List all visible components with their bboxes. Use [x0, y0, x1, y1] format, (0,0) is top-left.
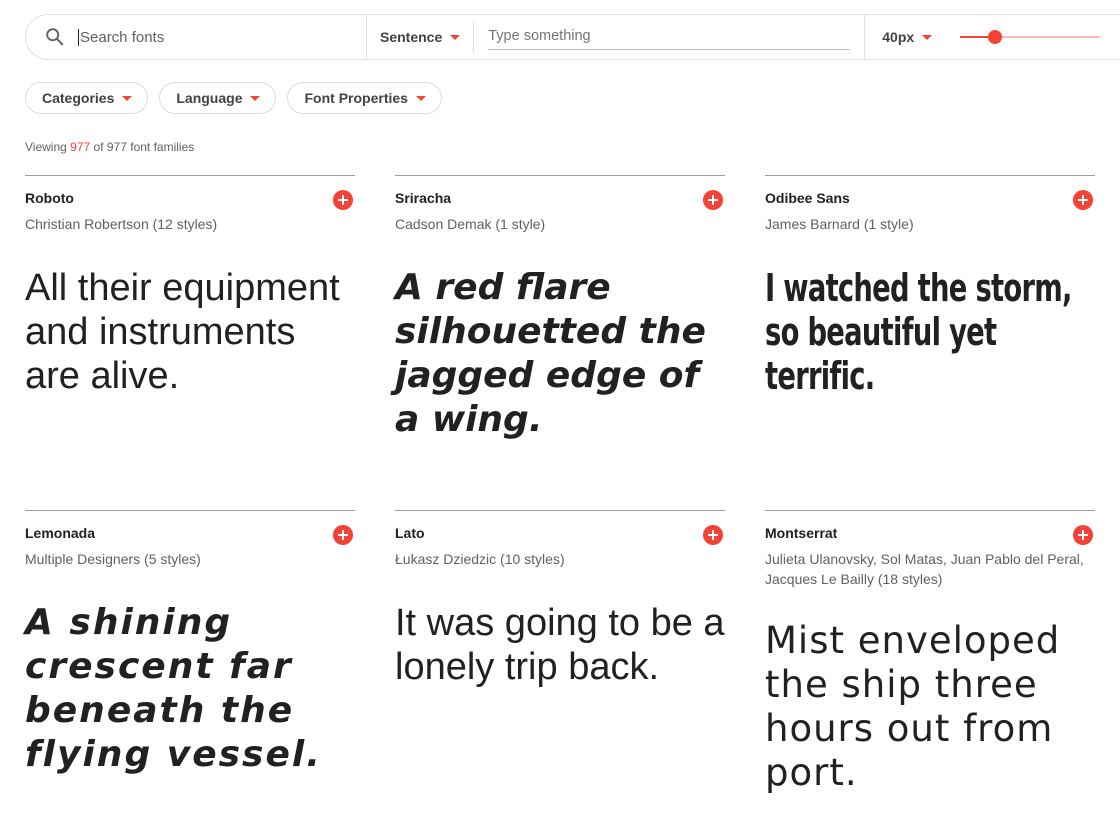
results-count-suffix: of 977 font families [93, 140, 195, 154]
font-designer: Julieta Ulanovsky, Sol Matas, Juan Pablo… [765, 551, 1084, 587]
font-card-lemonada[interactable]: Lemonada Multiple Designers (5 styles) A… [25, 510, 355, 820]
slider-track [995, 36, 1101, 38]
add-font-button[interactable] [333, 190, 353, 210]
add-font-button[interactable] [1073, 190, 1093, 210]
font-properties-filter-button[interactable]: Font Properties [287, 82, 442, 114]
font-card-lato[interactable]: Lato Łukasz Dziedzic (10 styles) It was … [395, 510, 725, 820]
search-icon [46, 28, 64, 46]
add-font-button[interactable] [703, 525, 723, 545]
language-filter-label: Language [176, 90, 243, 106]
preview-text-area [474, 15, 864, 59]
language-filter-button[interactable]: Language [159, 82, 277, 114]
font-browser-page: Sentence 40px Categories Language Font P… [0, 0, 1120, 831]
chevron-down-icon [122, 95, 133, 101]
categories-filter-button[interactable]: Categories [25, 82, 149, 114]
font-card-odibee-sans[interactable]: Odibee Sans James Barnard (1 style) I wa… [765, 175, 1095, 475]
font-size-dropdown[interactable]: 40px [865, 15, 950, 59]
font-card-roboto[interactable]: Roboto Christian Robertson (12 styles) A… [25, 175, 355, 475]
font-size-label: 40px [882, 29, 915, 45]
search-input[interactable] [78, 28, 358, 46]
font-sample-text: A shining crescent far beneath the flyin… [25, 602, 322, 775]
categories-filter-label: Categories [42, 90, 115, 106]
font-designer: James Barnard (1 style) [765, 216, 914, 232]
add-font-button[interactable] [1073, 525, 1093, 545]
font-name[interactable]: Sriracha [395, 190, 451, 206]
font-designer: Christian Robertson (12 styles) [25, 216, 218, 232]
filter-bar: Categories Language Font Properties [25, 82, 442, 114]
font-sample-text: I watched the storm, so beautiful yet te… [765, 266, 1072, 398]
font-name[interactable]: Roboto [25, 190, 74, 206]
add-font-button[interactable] [333, 525, 353, 545]
preview-type-dropdown[interactable]: Sentence [367, 15, 473, 59]
font-sample-text: It was going to be a lonely trip back. [395, 602, 725, 688]
font-designer: Multiple Designers (5 styles) [25, 551, 201, 567]
search-toolbar: Sentence 40px [25, 14, 1120, 60]
results-count-shown: 977 [70, 140, 91, 154]
font-sample-text: A red flare silhouetted the jagged edge … [395, 267, 706, 440]
font-card-sriracha[interactable]: Sriracha Cadson Demak (1 style) A red fl… [395, 175, 725, 475]
font-designer: Łukasz Dziedzic (10 styles) [395, 551, 565, 567]
font-size-slider[interactable] [960, 27, 1101, 47]
font-card-montserrat[interactable]: Montserrat Julieta Ulanovsky, Sol Matas,… [765, 510, 1095, 820]
chevron-down-icon [415, 95, 426, 101]
font-properties-filter-label: Font Properties [304, 90, 408, 106]
slider-thumb[interactable] [988, 30, 1003, 44]
font-sample-text: All their equipment and instruments are … [25, 267, 340, 397]
font-name[interactable]: Lato [395, 525, 425, 541]
preview-text-input[interactable] [488, 24, 851, 50]
results-count: Viewing 977 of 977 font families [25, 140, 194, 154]
add-font-button[interactable] [703, 190, 723, 210]
results-count-prefix: Viewing [25, 140, 67, 154]
font-sample-text: Mist enveloped the ship three hours out … [765, 619, 1061, 794]
chevron-down-icon [922, 34, 933, 40]
preview-type-label: Sentence [380, 29, 443, 45]
font-name[interactable]: Odibee Sans [765, 190, 850, 206]
chevron-down-icon [450, 34, 461, 40]
search-area [26, 15, 366, 59]
chevron-down-icon [250, 95, 261, 101]
font-name[interactable]: Lemonada [25, 525, 95, 541]
font-name[interactable]: Montserrat [765, 525, 837, 541]
font-designer: Cadson Demak (1 style) [395, 216, 546, 232]
